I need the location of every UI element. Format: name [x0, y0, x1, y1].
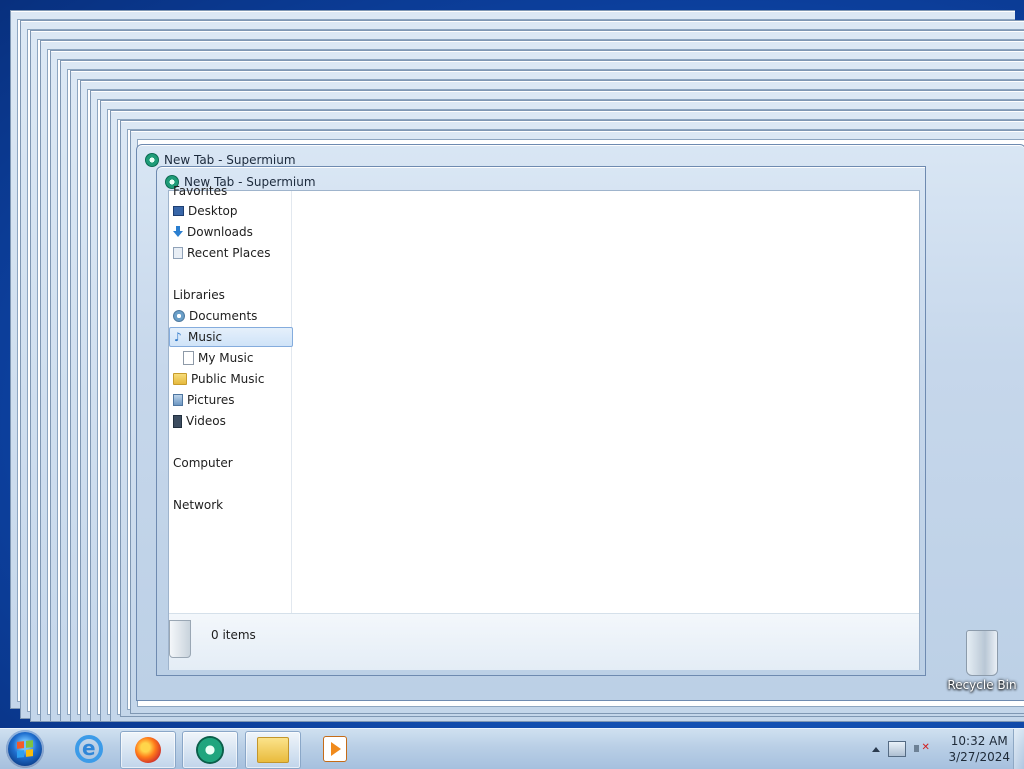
window-title: New Tab - Supermium: [164, 153, 296, 167]
clock-time: 10:32 AM: [950, 734, 1008, 748]
nav-label: Recent Places: [187, 246, 271, 260]
show-desktop-button[interactable]: [1013, 729, 1024, 769]
nav-item-videos[interactable]: Videos: [173, 411, 226, 431]
library-icon: [169, 620, 191, 658]
windows-logo-icon: [17, 740, 33, 758]
show-hidden-icons-arrow-icon[interactable]: [872, 746, 881, 752]
recycle-bin-desktop-icon[interactable]: Recycle Bin: [946, 630, 1018, 692]
nav-label: Pictures: [187, 393, 235, 407]
taskbar-firefox[interactable]: [120, 731, 176, 769]
nav-item-my-music[interactable]: My Music: [183, 348, 253, 368]
nav-label: Desktop: [188, 204, 238, 218]
nav-libraries-header[interactable]: Libraries: [173, 285, 225, 305]
navigation-pane: Favorites Desktop Downloads Recent Place…: [169, 184, 293, 613]
clock[interactable]: 10:32 AM 3/27/2024: [948, 733, 1010, 765]
taskbar-supermium[interactable]: [182, 731, 238, 769]
taskbar-internet-explorer[interactable]: [62, 731, 116, 767]
folder-icon: [257, 737, 289, 763]
nav-label: Libraries: [173, 288, 225, 302]
system-tray: 10:32 AM 3/27/2024: [872, 729, 1010, 769]
nav-item-music[interactable]: ♪ Music: [169, 327, 293, 347]
item-count: 0 items: [211, 628, 256, 642]
nav-item-documents[interactable]: Documents: [173, 306, 257, 326]
nav-label: Music: [188, 330, 223, 344]
recycle-bin-label: Recycle Bin: [947, 678, 1017, 692]
nav-label: Videos: [186, 414, 226, 428]
nav-label: Network: [173, 498, 224, 512]
volume-muted-icon[interactable]: [914, 742, 930, 756]
taskbar: 10:32 AM 3/27/2024: [0, 728, 1024, 769]
file-icon: [183, 351, 194, 365]
explorer-content: Favorites Desktop Downloads Recent Place…: [168, 184, 920, 670]
nav-item-network[interactable]: Network: [173, 495, 223, 515]
recent-places-icon: [173, 247, 183, 259]
pictures-icon: [173, 394, 183, 406]
nav-label: My Music: [198, 351, 254, 365]
documents-icon: [173, 310, 185, 322]
nav-favorites-header[interactable]: Favorites: [173, 181, 227, 201]
nav-item-pictures[interactable]: Pictures: [173, 390, 235, 410]
nav-item-computer[interactable]: Computer: [173, 453, 233, 473]
media-player-icon: [323, 736, 347, 762]
clock-date: 3/27/2024: [948, 750, 1010, 764]
recycle-bin-icon: [966, 630, 998, 676]
nav-label: Computer: [173, 456, 233, 470]
nav-item-recent-places[interactable]: Recent Places: [173, 243, 270, 263]
video-film-icon: [173, 414, 182, 428]
desktop-icon: [173, 206, 184, 216]
details-pane: 0 items: [169, 613, 919, 670]
nav-label: Public Music: [191, 372, 265, 386]
nav-item-downloads[interactable]: Downloads: [173, 222, 253, 242]
nav-label: Favorites: [173, 184, 228, 198]
internet-explorer-icon: [75, 735, 103, 763]
nav-label: Documents: [189, 309, 258, 323]
music-note-icon: ♪: [174, 330, 182, 344]
supermium-icon: [145, 153, 159, 167]
taskbar-windows-explorer[interactable]: [245, 731, 301, 769]
supermium-icon: [196, 736, 224, 764]
nav-label: Downloads: [187, 225, 253, 239]
taskbar-media-player[interactable]: [308, 731, 362, 767]
nav-item-public-music[interactable]: Public Music: [173, 369, 264, 389]
nav-item-desktop[interactable]: Desktop: [173, 201, 238, 221]
start-button[interactable]: [6, 730, 44, 768]
firefox-icon: [135, 737, 161, 763]
folder-icon: [173, 373, 187, 385]
network-icon[interactable]: [888, 741, 907, 757]
download-arrow-icon: [173, 226, 183, 238]
